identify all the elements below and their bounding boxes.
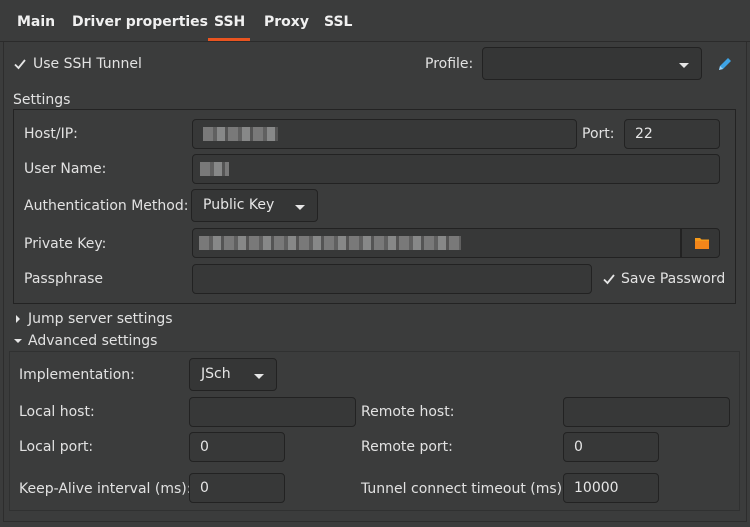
- implementation-label: Implementation:: [19, 367, 135, 383]
- local-host-input[interactable]: [189, 397, 356, 427]
- passphrase-input[interactable]: [192, 264, 592, 294]
- profile-label: Profile:: [425, 56, 474, 72]
- auth-method-label: Authentication Method:: [24, 198, 189, 214]
- local-host-label: Local host:: [19, 404, 95, 420]
- expand-arrow-icon[interactable]: [16, 315, 20, 323]
- implementation-value: JSch: [201, 366, 231, 382]
- settings-group-title: Settings: [13, 92, 71, 108]
- pencil-icon[interactable]: [717, 56, 733, 72]
- remote-port-input[interactable]: 0: [563, 432, 659, 462]
- host-label: Host/IP:: [24, 126, 78, 142]
- tab-main[interactable]: Main: [17, 14, 55, 30]
- local-port-label: Local port:: [19, 439, 94, 455]
- remote-port-label: Remote port:: [361, 439, 453, 455]
- remote-host-label: Remote host:: [361, 404, 455, 420]
- chevron-down-icon: [679, 63, 689, 68]
- host-input[interactable]: [192, 119, 577, 149]
- browse-private-key-button[interactable]: [681, 228, 720, 258]
- collapse-arrow-icon[interactable]: [14, 339, 22, 343]
- tab-driver-properties[interactable]: Driver properties: [72, 14, 208, 30]
- tab-ssl[interactable]: SSL: [324, 14, 352, 30]
- keepalive-label: Keep-Alive interval (ms):: [19, 481, 192, 497]
- tunnel-timeout-input[interactable]: 10000: [563, 473, 659, 503]
- redacted-host: [203, 127, 278, 141]
- chevron-down-icon: [295, 205, 305, 210]
- profile-select[interactable]: [482, 47, 702, 80]
- private-key-label: Private Key:: [24, 236, 107, 252]
- passphrase-label: Passphrase: [24, 271, 103, 287]
- auth-method-value: Public Key: [203, 197, 275, 213]
- user-name-input[interactable]: [192, 154, 720, 184]
- implementation-select[interactable]: JSch: [189, 358, 277, 391]
- save-password-checkbox[interactable]: [602, 272, 616, 286]
- use-ssh-tunnel-label[interactable]: Use SSH Tunnel: [33, 56, 142, 72]
- redacted-user: [200, 162, 229, 176]
- folder-icon: [695, 238, 709, 249]
- redacted-private-key: [199, 236, 461, 250]
- remote-host-input[interactable]: [563, 397, 730, 427]
- jump-server-expander[interactable]: Jump server settings: [28, 311, 173, 327]
- tunnel-timeout-label: Tunnel connect timeout (ms):: [361, 481, 567, 497]
- tab-proxy[interactable]: Proxy: [264, 14, 309, 30]
- keepalive-input[interactable]: 0: [189, 473, 285, 503]
- use-ssh-tunnel-checkbox[interactable]: [13, 57, 27, 71]
- local-port-input[interactable]: 0: [189, 432, 285, 462]
- auth-method-select[interactable]: Public Key: [191, 189, 318, 222]
- save-password-label[interactable]: Save Password: [621, 271, 725, 287]
- user-name-label: User Name:: [24, 161, 107, 177]
- tab-ssh[interactable]: SSH: [214, 14, 245, 30]
- chevron-down-icon: [254, 374, 264, 379]
- advanced-settings-expander[interactable]: Advanced settings: [28, 333, 157, 349]
- private-key-input[interactable]: [192, 228, 681, 258]
- port-input[interactable]: 22: [624, 119, 720, 149]
- port-label: Port:: [582, 126, 615, 142]
